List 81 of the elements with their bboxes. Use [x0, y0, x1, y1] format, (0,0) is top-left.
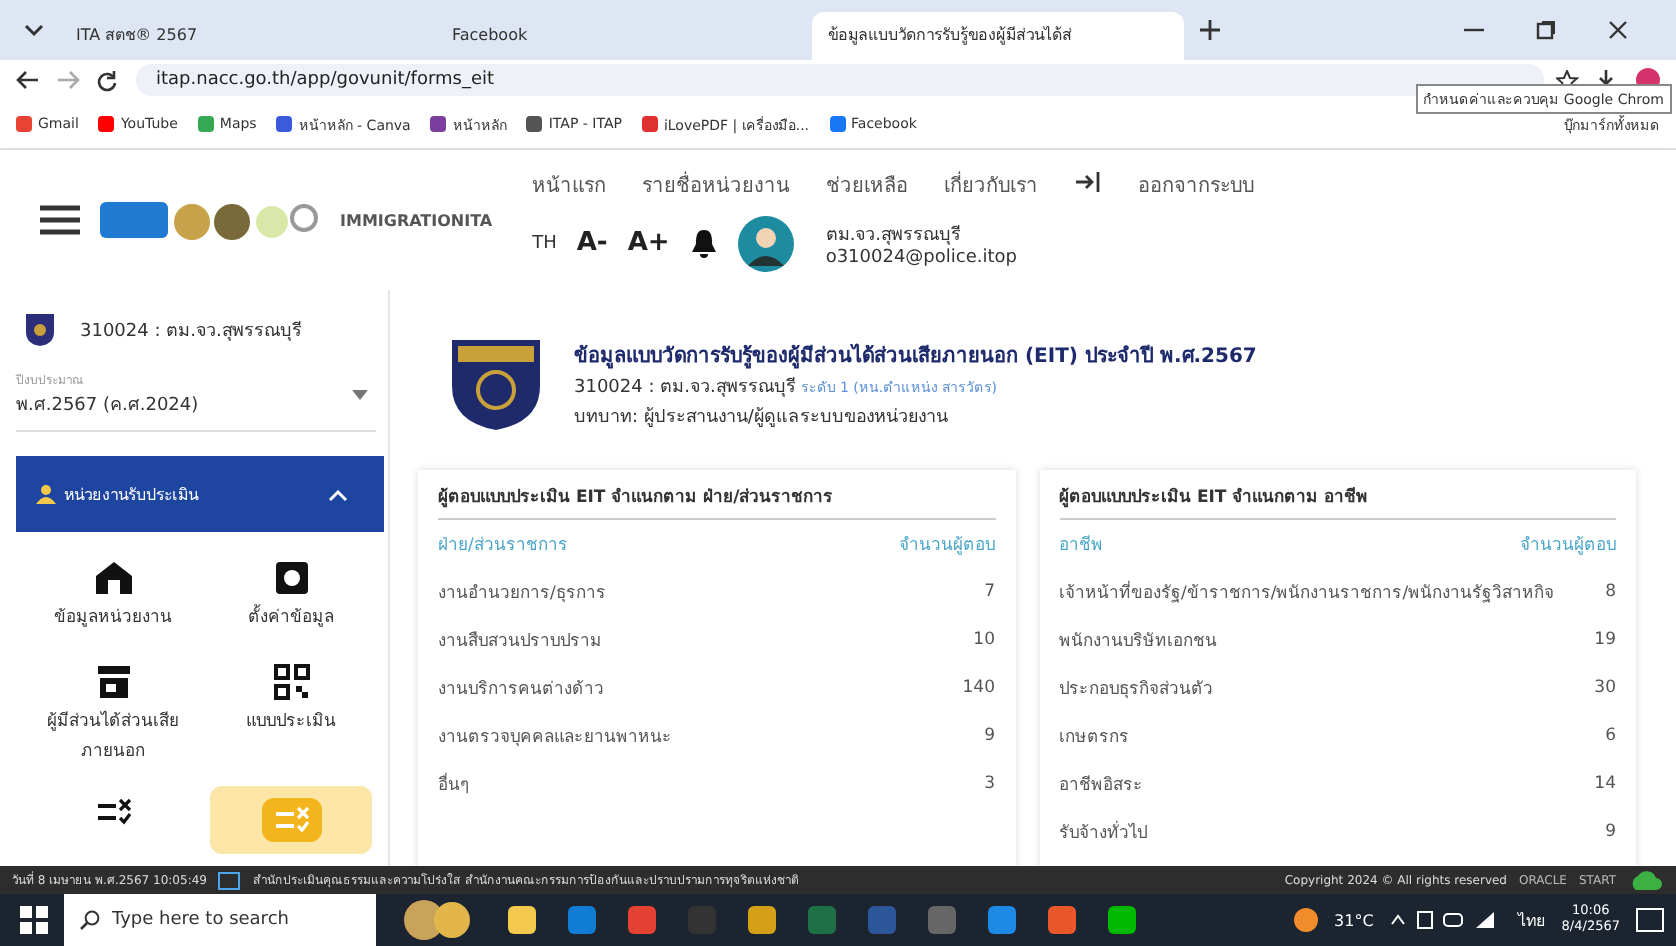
checklist-icon — [261, 798, 321, 843]
taskbar-search-field[interactable]: Type here to search — [64, 894, 376, 946]
taskbar-app-icon[interactable] — [508, 906, 536, 934]
column-header: จำนวนผู้ตอบ — [899, 534, 995, 558]
emblem-icon — [446, 334, 546, 434]
windows-icon[interactable] — [20, 906, 48, 934]
nav-link[interactable]: รายชื่อหน่วยงาน — [642, 169, 791, 199]
browser-tab[interactable]: Facebook — [436, 12, 808, 60]
taskbar-app-icon[interactable] — [988, 906, 1016, 934]
notification-icon[interactable] — [1636, 908, 1664, 932]
menu-tile[interactable] — [210, 786, 372, 855]
address-field[interactable]: itap.nacc.go.th/app/govunit/forms_eit — [136, 64, 1544, 96]
dropdown-caret-icon — [352, 390, 368, 400]
table-cell-text: เกษตรกร — [1059, 726, 1129, 750]
brand-label: IMMIGRATIONITA — [340, 211, 493, 229]
nav-link[interactable]: หน้าแรก — [532, 169, 607, 199]
column-header: ฝ่าย/ส่วนราชการ — [438, 534, 568, 558]
table-cell: 10 — [973, 630, 995, 650]
taskbar-app-icon[interactable] — [1048, 906, 1076, 934]
card-title: ผู้ตอบแบบประเมิน EIT จำแนกตาม อาชีพ — [1059, 482, 1616, 520]
logout-icon[interactable] — [1074, 169, 1103, 193]
weather-text: 31°C — [1334, 911, 1374, 929]
table-cell: 19 — [1594, 630, 1616, 650]
screen-icon — [218, 871, 241, 889]
card-title: ผู้ตอบแบบประเมิน EIT จำแนกตาม ฝ่าย/ส่วนราชการ — [438, 482, 995, 520]
nav-link[interactable]: ช่วยเหลือ — [826, 169, 909, 199]
menu-header[interactable]: หน่วยงานรับประเมิน — [16, 456, 384, 532]
unit-label: 310024 : ตม.จว.สุพรรณบุรี — [574, 377, 796, 397]
table-cell-text: อาชีพอิสระ — [1059, 773, 1143, 798]
table-cell: 3 — [984, 774, 995, 794]
table-cell: 9 — [984, 726, 995, 746]
table-cell: 8 — [1605, 582, 1616, 602]
browser-tab[interactable]: ข้อมูลแบบวัดการรับรู้ของผู้มีส่วนได้ส่ — [812, 12, 1184, 60]
menu-icon[interactable] — [40, 204, 80, 236]
menu-tile[interactable]: แบบประเมิน — [210, 652, 372, 779]
page-title: ข้อมูลแบบวัดการรับรู้ของผู้มีส่วนได้ส่วนเสียภายนอก (EIT) ประจำปี พ.ศ.2567 — [574, 341, 1257, 369]
table-cell-text: งานสืบสวนปราบปราม — [438, 629, 602, 654]
person-icon — [36, 484, 56, 504]
cloud-icon — [1628, 868, 1664, 892]
nav-link[interactable]: เกี่ยวกับเรา — [944, 169, 1039, 199]
badge-icon — [24, 312, 56, 348]
taskbar-app-icon[interactable] — [1108, 906, 1136, 934]
table-cell-text: งานตรวจบุคคลและยานพาหนะ — [438, 726, 672, 750]
table-cell-text: ประกอบธุรกิจส่วนตัว — [1059, 678, 1213, 702]
column-header: จำนวนผู้ตอบ — [1520, 534, 1616, 558]
table-cell: 140 — [962, 678, 995, 698]
house-icon — [93, 560, 133, 596]
table-cell: 30 — [1594, 678, 1616, 698]
table-cell: 6 — [1605, 726, 1616, 746]
font-size-button[interactable]: A+ — [627, 228, 670, 258]
search-icon — [80, 910, 100, 930]
table-cell: 7 — [984, 582, 995, 602]
input-language[interactable]: ไทย — [1517, 907, 1546, 933]
menu-tile[interactable]: ผู้มีส่วนได้ส่วนเสียภายนอก — [32, 652, 194, 779]
table-cell: 9 — [1605, 822, 1616, 842]
table-cell: เจ้าหน้าที่ของรัฐ/ข้าราชการ/พนักงานราชการ/พนักงานรัฐวิสาหกิจ — [1059, 578, 1555, 606]
bell-icon[interactable] — [689, 227, 718, 259]
user-name: ตม.จว.สุพรรณบุรี — [825, 223, 964, 247]
back-icon[interactable] — [16, 70, 44, 90]
avatar-icon[interactable] — [737, 215, 794, 271]
font-size-button[interactable]: A- — [576, 228, 608, 258]
browser-tab[interactable]: ITA สตช® 2567 — [60, 12, 432, 60]
menu-tile[interactable]: ข้อมูลหน่วยงาน — [32, 548, 194, 645]
column-header: อาชีพ — [1059, 533, 1103, 558]
unit-label: 310024 : ตม.จว.สุพรรณบุรี — [80, 319, 302, 344]
table-cell: 14 — [1594, 774, 1616, 794]
taskbar-app-icon[interactable] — [748, 906, 776, 934]
weather-icon — [1294, 908, 1319, 932]
table-cell-text: พนักงานบริษัทเอกชน — [1059, 630, 1217, 654]
store-icon — [95, 664, 131, 701]
table-cell: อื่นๆ — [438, 770, 470, 798]
checklist-icon — [95, 798, 131, 827]
logout-link[interactable]: ออกจากระบบ — [1138, 169, 1255, 199]
table-cell: รับจ้างทั่วไป — [1059, 818, 1147, 846]
role-label: บทบาท: ผู้ประสานงาน/ผู้ดูแลระบบของหน่วยงาน — [574, 405, 950, 429]
table-cell-text: งานบริการคนต่างด้าว — [438, 678, 604, 702]
user-email: o310024@police.itop — [825, 247, 1017, 267]
qr-code-icon — [273, 664, 309, 701]
language-button[interactable]: TH — [532, 233, 557, 253]
table-cell-text: งานอำนวยการ/ธุรการ — [438, 582, 606, 606]
menu-tile[interactable]: ตั้งค่าข้อมูล — [210, 548, 372, 645]
